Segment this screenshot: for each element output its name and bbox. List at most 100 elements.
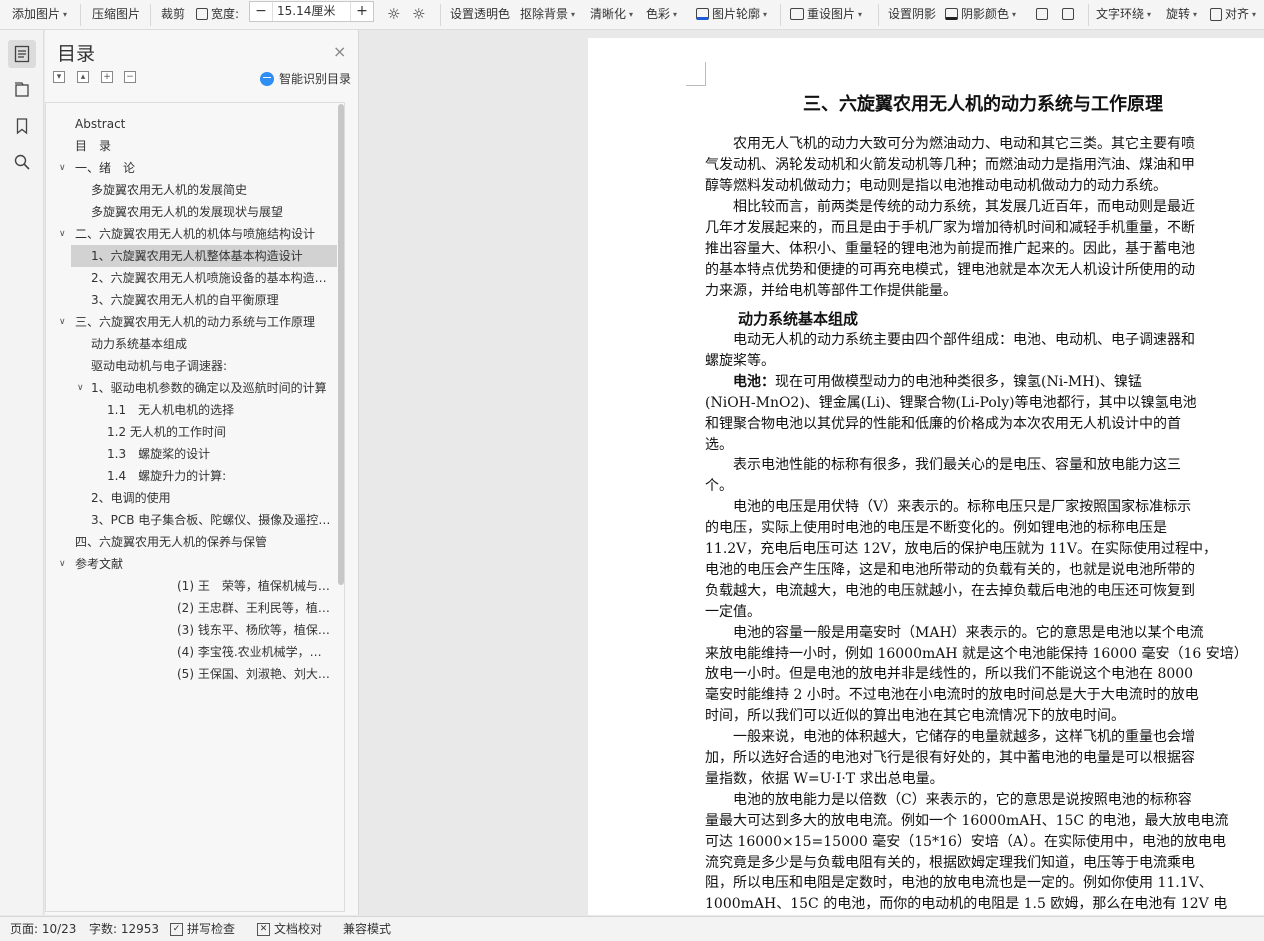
collapse-all-button[interactable]: ▾	[53, 71, 65, 83]
navigation-icon-strip	[0, 30, 44, 915]
reset-picture-button[interactable]: 重设图片 ▾	[790, 0, 862, 28]
add-picture-button[interactable]: 添加图片 ▾	[12, 0, 67, 28]
shadow-offset-icon	[1062, 8, 1074, 20]
status-bar: 页面: 10/23 字数: 12953 ✓ 拼写检查 ✕ 文档校对 兼容模式	[0, 916, 1264, 941]
smart-toc-button[interactable]: 智能识别目录	[260, 70, 351, 87]
paragraph-line: 加，所以选好合适的电池对飞行是很有好处的，其中蓄电池的电量是可以根据容	[705, 750, 1195, 766]
toc-item[interactable]: 1.1 无人机电机的选择	[107, 399, 331, 421]
set-transparent-label: 设置透明色	[450, 6, 511, 21]
toc-item[interactable]: 多旋翼农用无人机的发展简史	[91, 179, 331, 201]
toc-item[interactable]: 参考文献	[75, 553, 331, 575]
paragraph-line: 毫安时能维持 2 小时。不过电池在小电流时的放电时间总是大于大电流时的放电	[705, 687, 1199, 704]
toc-item[interactable]: 3、PCB 电子集合板、陀螺仪、摄像及遥控装置	[91, 509, 331, 531]
toc-item[interactable]: 3、六旋翼农用无人机的自平衡原理	[91, 289, 331, 311]
chevron-down-icon: ▾	[1147, 9, 1152, 19]
paragraph-line: 电池的电压会产生压降，这是和电池所带动的负载有关的，也就是说电池所带的	[705, 561, 1195, 578]
chapter-icon	[15, 82, 29, 97]
toc-item[interactable]: 四、六旋翼农用无人机的保养与保管	[75, 531, 331, 553]
text-wrap-button[interactable]: 文字环绕 ▾	[1096, 0, 1151, 28]
chevron-down-icon: ▾	[1193, 9, 1198, 19]
page-indicator[interactable]: 页面: 10/23	[10, 917, 76, 941]
toc-item[interactable]: 1、驱动电机参数的确定以及巡航时间的计算	[91, 377, 331, 399]
shadow-color-label: 阴影颜色	[961, 6, 1010, 21]
chevron-down-icon[interactable]: ∨	[59, 311, 66, 333]
paragraph-line: 时间，所以我们可以近似的算出电池在其它电流情况下的放电时间。	[705, 708, 1125, 725]
chevron-down-icon[interactable]: ∨	[59, 157, 66, 179]
toc-item[interactable]: 2、电调的使用	[91, 487, 331, 509]
toc-item[interactable]: 1、六旋翼农用无人机整体基本构造设计	[71, 245, 337, 267]
toc-item[interactable]: 1.2 无人机的工作时间	[107, 421, 331, 443]
sharpen-button[interactable]: 清晰化 ▾	[590, 0, 633, 28]
shadow-offset-down-button[interactable]	[1062, 0, 1074, 28]
align-button[interactable]: 对齐 ▾	[1210, 0, 1256, 28]
picture-toolbar: 添加图片 ▾ 压缩图片 裁剪 宽度: − 15.14厘米 + ☼ ☼ 设置透明色 …	[0, 0, 1264, 30]
search-icon	[14, 154, 30, 170]
chevron-down-icon: ▾	[571, 9, 576, 19]
toc-item[interactable]: (1) 王 荣等，植保机械与施药技术	[177, 575, 331, 597]
add-heading-button[interactable]: +	[101, 71, 113, 83]
paragraph-line: 一般来说，电池的体积越大，它储存的电量就越多，这样飞机的重量也会增	[705, 729, 1195, 746]
toc-item[interactable]: 驱动电动机与电子调速器:	[91, 355, 331, 377]
width-decrease-button[interactable]: −	[250, 2, 272, 21]
shadow-color-button[interactable]: 阴影颜色 ▾	[945, 0, 1016, 28]
set-shadow-button[interactable]: 设置阴影	[888, 0, 936, 28]
width-increase-button[interactable]: +	[351, 2, 373, 21]
picture-outline-button[interactable]: 图片轮廓 ▾	[696, 0, 767, 28]
width-stepper: − 15.14厘米 +	[249, 1, 374, 22]
set-transparent-button[interactable]: 设置透明色	[450, 0, 510, 28]
toc-item[interactable]: 1.3 螺旋桨的设计	[107, 443, 331, 465]
paragraph-line: 量指数，依据 W=U·I·T 求出总电量。	[705, 770, 944, 787]
toc-item[interactable]: 一、绪 论	[75, 157, 331, 179]
toc-item[interactable]: 目 录	[75, 135, 331, 157]
chevron-down-icon: ▾	[63, 9, 68, 19]
width-input[interactable]: 15.14厘米	[272, 2, 351, 21]
color-button[interactable]: 色彩 ▾	[646, 0, 677, 28]
toc-item[interactable]: (3) 钱东平、杨欣等，植保无人机研究	[177, 619, 331, 641]
chevron-down-icon[interactable]: ∨	[77, 377, 84, 399]
toc-item[interactable]: 动力系统基本组成	[91, 333, 331, 355]
toc-item[interactable]: 三、六旋翼农用无人机的动力系统与工作原理	[75, 311, 331, 333]
toc-item[interactable]: (2) 王忠群、王利民等，植保无人机	[177, 597, 331, 619]
rotate-button[interactable]: 旋转 ▾	[1166, 0, 1197, 28]
brightness-up-icon: ☼	[387, 4, 401, 23]
brightness-down-button[interactable]: ☼	[412, 0, 425, 28]
toc-item[interactable]: 2、六旋翼农用无人机喷施设备的基本构造设计	[91, 267, 331, 289]
remove-background-button[interactable]: 抠除背景 ▾	[520, 0, 575, 28]
crop-button[interactable]: 裁剪	[161, 0, 185, 28]
bookmark-button[interactable]	[8, 112, 36, 140]
rotate-label: 旋转	[1166, 6, 1191, 21]
chevron-down-icon[interactable]: ∨	[59, 553, 66, 575]
expand-button[interactable]: ▴	[77, 71, 89, 83]
toc-panel-button[interactable]	[8, 40, 36, 68]
toolbar-divider	[150, 4, 151, 26]
word-count[interactable]: 字数: 12953	[89, 917, 159, 941]
chevron-down-icon: ▾	[858, 9, 863, 19]
toc-item[interactable]: Abstract	[75, 113, 331, 135]
toc-item[interactable]: (4) 李宝筏.农业机械学，中国农业出版社	[177, 641, 331, 663]
compress-picture-button[interactable]: 压缩图片	[92, 0, 140, 28]
toc-scrollbar[interactable]	[338, 104, 344, 585]
toc-item[interactable]: 多旋翼农用无人机的发展现状与展望	[91, 201, 331, 223]
doc-proof-toggle[interactable]: ✕ 文档校对	[257, 917, 322, 941]
paragraph-line: 量最大可达到多大的放电电流。例如一个 16000mAH、15C 的电池，最大放电…	[705, 812, 1229, 829]
shadow-offset-left-button[interactable]	[1036, 0, 1048, 28]
find-button[interactable]	[8, 148, 36, 176]
paragraph-line: 来放电能维持一小时，例如 16000mAH 就是这个电池能保持 16000 毫安…	[705, 645, 1248, 662]
page-margin-area	[360, 30, 588, 915]
paragraph-line: 选。	[705, 436, 733, 453]
toc-item[interactable]: 二、六旋翼农用无人机的机体与喷施结构设计	[75, 223, 331, 245]
paragraph-line: 相比较而言，前两类是传统的动力系统，其发展几近百年，而电动则是最近	[705, 199, 1195, 215]
outline-icon	[696, 8, 709, 20]
toolbar-divider	[1088, 4, 1089, 26]
remove-heading-button[interactable]: −	[124, 71, 136, 83]
chevron-down-icon: ▾	[1252, 9, 1257, 19]
spell-check-toggle[interactable]: ✓ 拼写检查	[170, 917, 235, 941]
brightness-up-button[interactable]: ☼	[387, 0, 400, 28]
paragraph-line: 螺旋桨等。	[705, 352, 775, 369]
chevron-down-icon: ▾	[629, 9, 634, 19]
chevron-down-icon[interactable]: ∨	[59, 223, 66, 245]
close-icon[interactable]: ×	[333, 42, 346, 61]
toc-item[interactable]: (5) 王保国、刘淑艳、刘大响等，无人机	[177, 663, 331, 685]
toc-item[interactable]: 1.4 螺旋升力的计算:	[107, 465, 331, 487]
chapter-nav-button[interactable]	[8, 75, 36, 103]
